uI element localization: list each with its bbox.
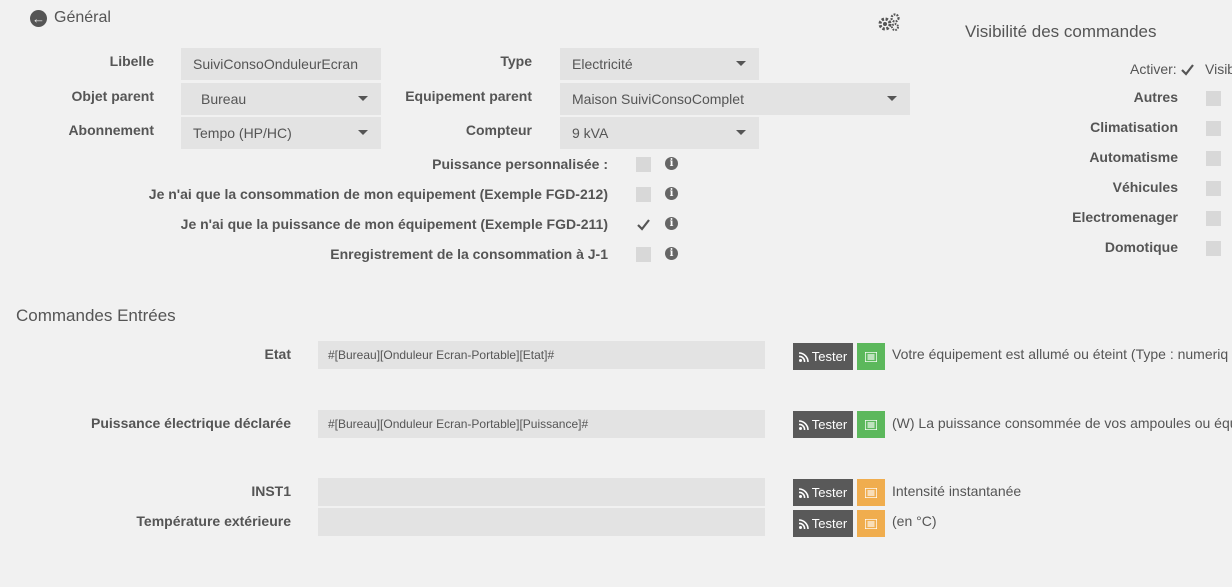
gears-icon[interactable] [877,12,901,32]
option-checkbox-checked[interactable] [636,217,651,232]
category-checkbox[interactable] [1206,91,1221,106]
rss-icon [798,518,809,529]
rss-icon [798,351,809,362]
command-label: Etat [264,346,291,362]
rss-icon [798,487,809,498]
command-label: Température extérieure [136,513,291,529]
tester-label: Tester [811,349,848,364]
option-label: Je n'ai que la consommation de mon equip… [148,186,608,202]
list-button[interactable] [857,510,885,537]
objet-parent-select[interactable]: Bureau [181,83,381,115]
command-description: Intensité instantanée [892,483,1022,499]
objet-parent-label: Objet parent [71,88,154,104]
command-input[interactable]: #[Bureau][Onduleur Ecran-Portable][Etat]… [318,341,765,369]
info-icon[interactable]: i [665,217,678,230]
list-button[interactable] [857,343,885,370]
tester-label: Tester [811,516,848,531]
option-checkbox[interactable] [636,187,651,202]
list-button[interactable] [857,411,885,438]
objet-parent-value: Bureau [201,91,247,107]
command-description: Votre équipement est allumé ou éteint (T… [892,346,1229,362]
category-checkbox[interactable] [1206,211,1221,226]
info-icon[interactable]: i [665,247,678,260]
arrow-left-circle-icon: ← [30,9,47,27]
checkmark-icon [637,219,650,231]
equipement-parent-select[interactable]: Maison SuiviConsoComplet [560,83,910,115]
commands-section-title: Commandes Entrées [16,306,176,325]
abonnement-value: Tempo (HP/HC) [193,125,292,141]
type-select[interactable]: Electricité [560,48,759,80]
list-icon [865,419,877,430]
activer-label: Activer: [1130,61,1177,77]
list-button[interactable] [857,479,885,506]
type-label: Type [500,53,532,69]
category-checkbox[interactable] [1206,181,1221,196]
compteur-value: 9 kVA [572,125,609,141]
visibility-title: Visibilité des commandes [965,22,1157,41]
abonnement-select[interactable]: Tempo (HP/HC) [181,117,381,149]
category-label: Domotique [1104,239,1178,255]
command-label: INST1 [251,483,291,499]
option-checkbox[interactable] [636,157,651,172]
option-label: Je n'ai que la puissance de mon équipeme… [180,216,608,232]
category-label: Electromenager [1072,209,1178,225]
activer-checkbox[interactable] [1180,62,1195,77]
back-link[interactable]: ← Général [30,9,111,27]
equipement-parent-label: Equipement parent [405,88,532,104]
equipement-parent-value: Maison SuiviConsoComplet [572,91,744,107]
tester-button[interactable]: Tester [793,479,853,506]
category-label: Véhicules [1112,179,1178,195]
command-label: Puissance électrique déclarée [91,415,291,431]
libelle-input[interactable]: SuiviConsoOnduleurEcran [181,48,381,80]
option-label: Enregistrement de la consommation à J-1 [330,246,608,262]
category-label: Autres [1133,89,1178,105]
list-icon [865,487,877,498]
tester-label: Tester [811,417,848,432]
libelle-label: Libelle [109,53,154,69]
category-label: Climatisation [1090,119,1178,135]
category-checkbox[interactable] [1206,121,1221,136]
tester-button[interactable]: Tester [793,411,853,438]
compteur-label: Compteur [465,122,532,138]
option-checkbox[interactable] [636,247,651,262]
category-checkbox[interactable] [1206,241,1221,256]
tester-button[interactable]: Tester [793,343,853,370]
section-title-general: Général [54,9,111,26]
option-label: Puissance personnalisée : [432,156,608,172]
tester-label: Tester [811,485,848,500]
command-input[interactable] [318,478,765,506]
command-input[interactable] [318,508,765,536]
command-description: (en °C) [892,513,937,529]
list-icon [865,351,877,362]
visible-label: Visib [1205,61,1232,77]
command-input[interactable]: #[Bureau][Onduleur Ecran-Portable][Puiss… [318,410,765,438]
command-description: (W) La puissance consommée de vos ampoul… [892,415,1232,431]
category-checkbox[interactable] [1206,151,1221,166]
info-icon[interactable]: i [665,157,678,170]
info-icon[interactable]: i [665,187,678,200]
type-select-value: Electricité [572,56,633,72]
abonnement-label: Abonnement [68,122,154,138]
checkmark-icon [1181,64,1194,76]
rss-icon [798,419,809,430]
category-label: Automatisme [1089,149,1178,165]
compteur-select[interactable]: 9 kVA [560,117,759,149]
tester-button[interactable]: Tester [793,510,853,537]
list-icon [865,518,877,529]
